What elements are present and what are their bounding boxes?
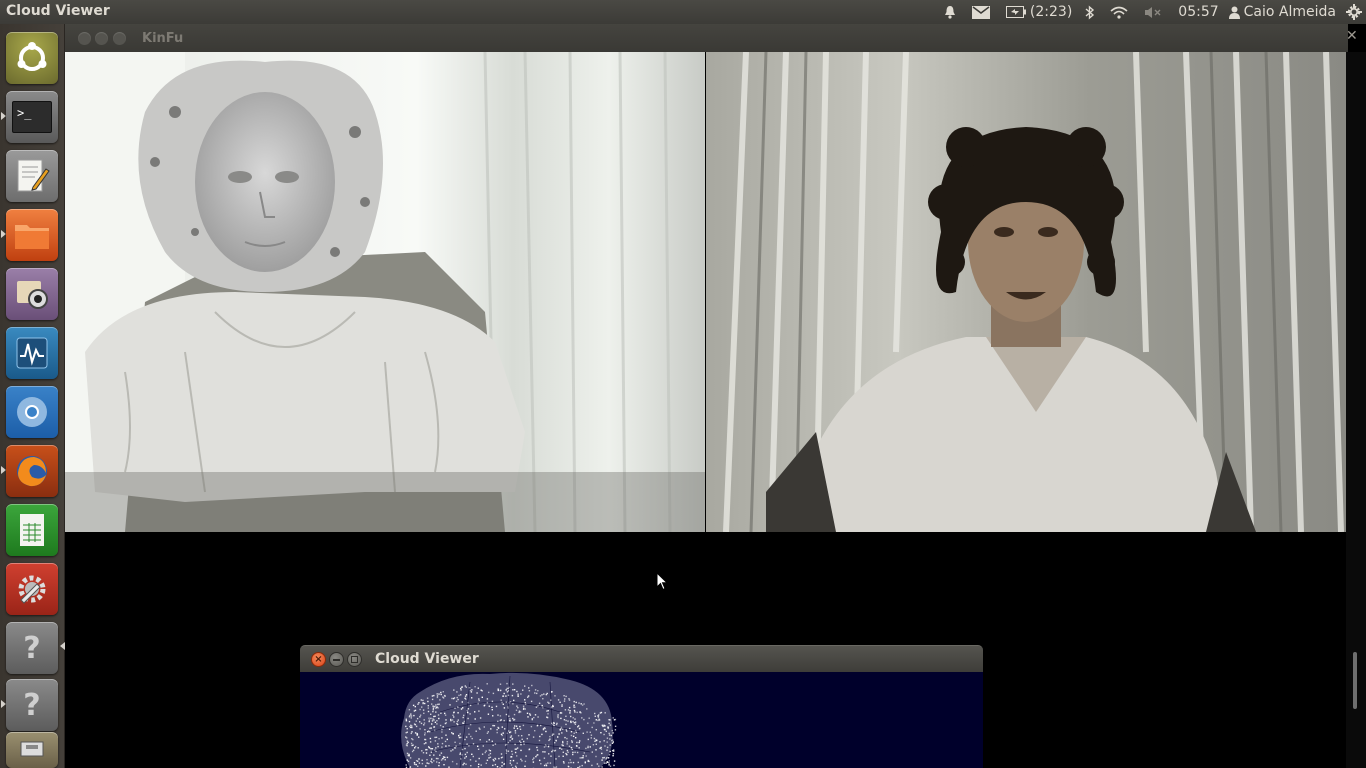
user-name: Caio Almeida bbox=[1243, 4, 1336, 20]
battery-time: (2:23) bbox=[1029, 4, 1073, 20]
dash-home-icon[interactable] bbox=[6, 32, 58, 84]
settings-icon[interactable] bbox=[6, 563, 58, 615]
gear-icon[interactable] bbox=[1342, 0, 1366, 24]
clock[interactable]: 05:57 bbox=[1170, 0, 1226, 24]
kinfu-minimize-button[interactable] bbox=[95, 32, 108, 45]
kinfu-title: KinFu bbox=[142, 31, 184, 46]
webcam-icon[interactable] bbox=[6, 268, 58, 320]
spreadsheet-icon[interactable] bbox=[6, 504, 58, 556]
cloud-viewer-window: × Cloud Viewer bbox=[300, 645, 983, 768]
firefox-icon[interactable] bbox=[6, 445, 58, 497]
close-icon[interactable]: ✕ bbox=[1346, 28, 1358, 44]
kinfu-rgb-image bbox=[706, 52, 1346, 532]
top-panel: Cloud Viewer (2:23) 05:57 Caio Almeida bbox=[0, 0, 1366, 24]
kinfu-depth-render bbox=[65, 52, 705, 532]
battery-indicator[interactable]: (2:23) bbox=[998, 0, 1078, 24]
kinfu-scroll-thumb[interactable] bbox=[1353, 652, 1357, 709]
wifi-icon[interactable] bbox=[1102, 0, 1136, 24]
user-icon bbox=[1228, 6, 1240, 19]
mail-icon[interactable] bbox=[964, 0, 998, 24]
launcher: >_ ? ? bbox=[0, 24, 65, 768]
minimize-icon bbox=[333, 658, 340, 661]
cloud-viewer-titlebar[interactable]: × Cloud Viewer bbox=[300, 645, 983, 672]
bell-icon[interactable] bbox=[936, 0, 964, 24]
cloud-maximize-button[interactable] bbox=[347, 652, 362, 667]
indicator-area: (2:23) 05:57 Caio Almeida bbox=[936, 0, 1366, 24]
folder-icon[interactable] bbox=[6, 209, 58, 261]
user-menu[interactable]: Caio Almeida bbox=[1227, 0, 1342, 24]
terminal-icon[interactable]: >_ bbox=[6, 91, 58, 143]
point-cloud-canvas[interactable] bbox=[300, 672, 983, 768]
close-icon: × bbox=[314, 653, 323, 665]
cloud-minimize-button[interactable] bbox=[329, 652, 344, 667]
bluetooth-icon[interactable] bbox=[1078, 0, 1102, 24]
kinfu-maximize-button[interactable] bbox=[113, 32, 126, 45]
chromium-icon[interactable] bbox=[6, 386, 58, 438]
cloud-viewer-title: Cloud Viewer bbox=[375, 651, 479, 667]
system-monitor-icon[interactable] bbox=[6, 327, 58, 379]
question-icon[interactable]: ? bbox=[6, 679, 58, 731]
maximize-icon bbox=[351, 656, 358, 663]
kinfu-titlebar[interactable]: KinFu bbox=[65, 24, 1348, 52]
drive-icon[interactable] bbox=[6, 732, 58, 768]
question-icon[interactable]: ? bbox=[6, 622, 58, 674]
kinfu-close-button[interactable] bbox=[78, 32, 91, 45]
mouse-pointer-icon bbox=[656, 571, 669, 595]
active-app-title: Cloud Viewer bbox=[6, 3, 110, 19]
text-editor-icon[interactable] bbox=[6, 150, 58, 202]
battery-icon bbox=[1005, 6, 1026, 18]
volume-muted-icon[interactable] bbox=[1136, 0, 1170, 24]
cloud-close-button[interactable]: × bbox=[311, 652, 326, 667]
